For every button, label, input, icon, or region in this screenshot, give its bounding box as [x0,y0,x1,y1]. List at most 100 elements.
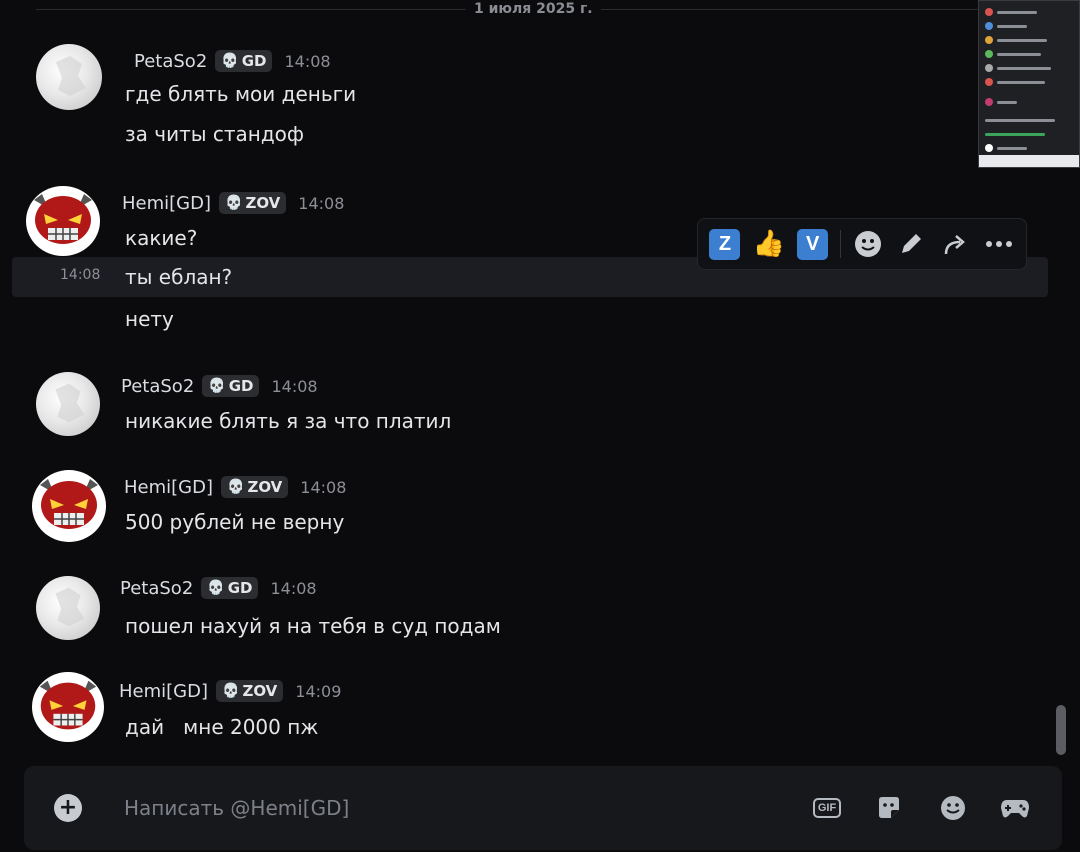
thumb-dot [985,98,993,106]
more-button[interactable] [980,225,1018,263]
message-header: Hemi[GD] 💀 ZOV 14:09 [119,680,341,702]
thumb-bar [985,118,1055,122]
sticker-icon [879,797,899,818]
reaction-v-button[interactable]: V [794,225,832,263]
skull-icon: 💀 [225,195,243,211]
thumb-dot [985,8,993,16]
timestamp: 14:09 [295,681,342,701]
message-input-placeholder[interactable]: Написать @Hemi[GD] [124,796,349,820]
thumbs-up-icon: 👍 [752,229,785,259]
message-text: где блять мои деньги [125,82,357,106]
message-text: никакие блять я за что платил [125,409,452,433]
z-emoji-icon: Z [709,228,741,260]
thumb-dot [985,36,993,44]
username[interactable]: PetaSo2 [121,376,194,397]
guild-tag[interactable]: 💀 GD [202,375,260,397]
avatar-petaso2[interactable] [36,44,102,110]
message-text: ты еблан? [125,265,233,289]
emoji-icon [941,796,965,820]
thumb-bar [997,100,1017,104]
skull-icon: 💀 [227,479,245,495]
message-text: пошел нахуй я на тебя в суд подам [125,614,501,638]
tag-label: GD [241,52,267,70]
avatar-hemi[interactable] [32,672,104,742]
message-text: какие? [125,226,198,250]
username[interactable]: PetaSo2 [120,578,193,599]
avatar-hemi[interactable] [26,186,100,256]
tag-label: ZOV [245,194,281,212]
message-hover-toolbar: Z 👍 V [697,218,1027,270]
gif-icon: GIF [812,798,842,818]
reaction-thumbs-up-button[interactable]: 👍 [750,225,788,263]
message-text: дай мне 2000 пж [125,715,319,739]
timestamp: 14:08 [271,376,318,396]
username[interactable]: Hemi[GD] [124,477,213,498]
thumb-dot [985,64,993,72]
add-reaction-icon [854,231,881,257]
guild-tag[interactable]: 💀 GD [215,50,273,72]
thumb-bar [997,24,1027,28]
upload-plus-button[interactable]: + [54,794,82,822]
avatar-petaso2[interactable] [36,576,100,640]
sticker-button[interactable] [874,794,904,822]
forward-button[interactable] [936,225,974,263]
forward-icon [944,235,966,255]
gif-button[interactable]: GIF [812,794,842,822]
message-header: Hemi[GD] 💀 ZOV 14:08 [122,192,344,214]
thumb-bar [997,66,1051,70]
thumb-bar [997,146,1027,150]
tag-label: ZOV [247,478,283,496]
tag-label: GD [228,377,254,395]
guild-tag[interactable]: 💀 ZOV [216,680,284,702]
activities-button[interactable] [1000,794,1030,822]
timestamp: 14:08 [298,193,345,213]
avatar-petaso2[interactable] [36,372,100,436]
tag-label: ZOV [242,682,278,700]
v-emoji-icon: V [797,228,829,260]
more-icon [986,241,1013,247]
toolbar-divider [839,230,841,258]
gamepad-icon [1001,800,1029,818]
skull-icon: 💀 [222,683,240,699]
timestamp: 14:08 [300,477,347,497]
reaction-z-button[interactable]: Z [706,225,744,263]
message-text: за читы стандоф [125,122,305,146]
timestamp: 14:08 [270,578,317,598]
guild-tag[interactable]: 💀 ZOV [221,476,289,498]
username[interactable]: Hemi[GD] [119,681,208,702]
message-text: нету [125,307,174,331]
message-text: 500 рублей не верну [125,510,345,534]
screen-share-preview[interactable] [978,0,1080,168]
thumb-bar [985,132,1045,136]
thumb-bar [997,38,1047,42]
skull-icon: 💀 [221,53,239,69]
thumb-bar [997,80,1045,84]
thumb-bar [997,52,1041,56]
message-composer[interactable]: + Написать @Hemi[GD] GIF [24,766,1062,850]
timestamp: 14:08 [284,51,331,71]
thumb-dot [985,22,993,30]
thumb-dot [985,144,993,152]
thumb-dot [985,50,993,58]
avatar-hemi[interactable] [32,470,106,542]
edit-icon [902,234,922,253]
tag-label: GD [227,579,253,597]
username[interactable]: Hemi[GD] [122,193,211,214]
scrollbar-thumb[interactable] [1056,705,1066,755]
date-divider: 1 июля 2025 г. [0,0,1080,20]
guild-tag[interactable]: 💀 ZOV [219,192,287,214]
thumb-bar [997,10,1037,14]
message-header: PetaSo2 💀 GD 14:08 [120,577,317,599]
edit-button[interactable] [892,225,930,263]
skull-icon: 💀 [208,378,226,394]
guild-tag[interactable]: 💀 GD [201,577,259,599]
add-reaction-button[interactable] [849,225,887,263]
message-header: PetaSo2 💀 GD 14:08 [134,50,331,72]
hover-timestamp: 14:08 [60,267,101,283]
plus-icon: + [58,795,78,820]
username[interactable]: PetaSo2 [134,51,207,72]
thumb-dot [985,78,993,86]
emoji-button[interactable] [938,794,968,822]
message-header: Hemi[GD] 💀 ZOV 14:08 [124,476,346,498]
skull-icon: 💀 [207,580,225,596]
